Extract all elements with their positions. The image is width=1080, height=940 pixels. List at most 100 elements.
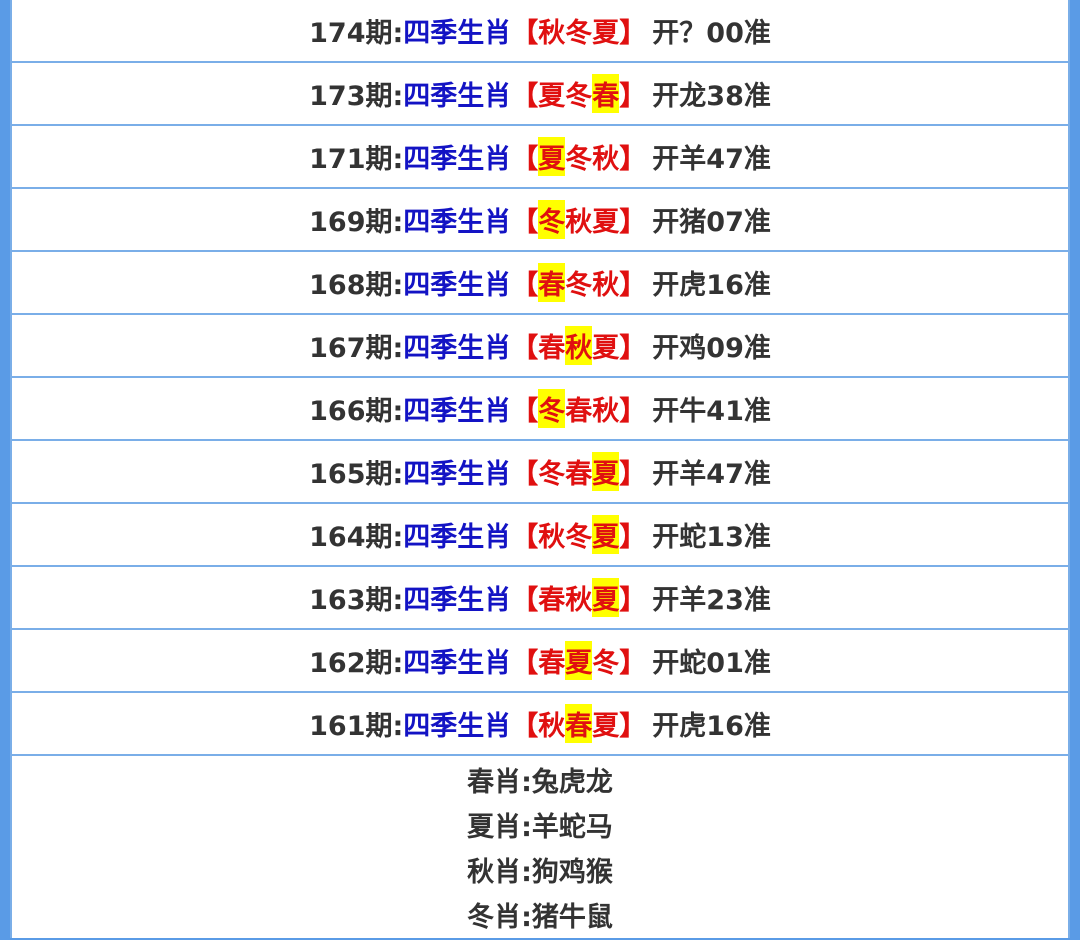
season-hit: 夏 xyxy=(538,137,566,176)
open-bracket: 【 xyxy=(511,333,539,364)
prediction-panel: 174期: 四季生肖【秋冬夏】开？00准 173期: 四季生肖【夏冬春】开龙38准 17… xyxy=(10,0,1070,938)
season-hit: 冬 xyxy=(538,200,566,239)
open-bracket: 【 xyxy=(511,81,539,112)
category-label: 四季生肖 xyxy=(403,585,512,616)
season: 夏 xyxy=(592,333,620,364)
season: 秋 xyxy=(592,270,620,301)
result-text: 开猪07准 xyxy=(652,207,771,238)
season: 冬 xyxy=(592,648,620,679)
result-text: 开羊23准 xyxy=(652,585,771,616)
close-bracket: 】 xyxy=(619,522,647,553)
period-number: 171期: xyxy=(309,144,404,175)
category-label: 四季生肖 xyxy=(403,333,512,364)
category-label: 四季生肖 xyxy=(403,396,512,427)
season: 夏 xyxy=(592,711,620,742)
table-row: 162期: 四季生肖【春夏冬】开蛇01准 xyxy=(12,630,1068,693)
season: 秋 xyxy=(538,522,566,553)
season-hit: 夏 xyxy=(592,578,620,617)
season: 春 xyxy=(565,459,593,490)
category-label: 四季生肖 xyxy=(403,207,512,238)
season-hit: 春 xyxy=(538,263,566,302)
result-text: 开蛇01准 xyxy=(652,648,771,679)
season-hit: 春 xyxy=(592,74,620,113)
period-number: 164期: xyxy=(309,522,404,553)
season: 春 xyxy=(538,648,566,679)
period-number: 166期: xyxy=(309,396,404,427)
season: 秋 xyxy=(538,18,566,49)
close-bracket: 】 xyxy=(619,396,647,427)
period-number: 168期: xyxy=(309,270,404,301)
season: 春 xyxy=(538,585,566,616)
table-row: 173期: 四季生肖【夏冬春】开龙38准 xyxy=(12,63,1068,126)
close-bracket: 】 xyxy=(619,144,647,175)
season-hit: 夏 xyxy=(592,452,620,491)
season-legend: 春肖:兔虎龙 夏肖:羊蛇马 秋肖:狗鸡猴 冬肖:猪牛鼠 xyxy=(12,756,1068,940)
result-text: 开牛41准 xyxy=(652,396,771,427)
period-number: 162期: xyxy=(309,648,404,679)
category-label: 四季生肖 xyxy=(403,711,512,742)
category-label: 四季生肖 xyxy=(403,522,512,553)
close-bracket: 】 xyxy=(619,585,647,616)
period-number: 165期: xyxy=(309,459,404,490)
category-label: 四季生肖 xyxy=(403,144,512,175)
open-bracket: 【 xyxy=(511,648,539,679)
season-hit: 夏 xyxy=(592,515,620,554)
open-bracket: 【 xyxy=(511,144,539,175)
result-text: 开虎16准 xyxy=(652,711,771,742)
legend-line: 冬肖:猪牛鼠 xyxy=(467,902,613,933)
category-label: 四季生肖 xyxy=(403,81,512,112)
period-number: 173期: xyxy=(309,81,404,112)
season: 夏 xyxy=(592,18,620,49)
table-row: 169期: 四季生肖【冬秋夏】开猪07准 xyxy=(12,189,1068,252)
season: 冬 xyxy=(565,18,593,49)
season: 夏 xyxy=(592,207,620,238)
prediction-table: 174期: 四季生肖【秋冬夏】开？00准 173期: 四季生肖【夏冬春】开龙38准 17… xyxy=(12,0,1068,756)
result-text: 开鸡09准 xyxy=(652,333,771,364)
table-row: 168期: 四季生肖【春冬秋】开虎16准 xyxy=(12,252,1068,315)
table-row: 171期: 四季生肖【夏冬秋】开羊47准 xyxy=(12,126,1068,189)
season-hit: 春 xyxy=(565,704,593,743)
season: 秋 xyxy=(565,585,593,616)
open-bracket: 【 xyxy=(511,711,539,742)
period-number: 174期: xyxy=(309,18,404,49)
table-row: 174期: 四季生肖【秋冬夏】开？00准 xyxy=(12,0,1068,63)
table-row: 161期: 四季生肖【秋春夏】开虎16准 xyxy=(12,693,1068,756)
result-text: 开羊47准 xyxy=(652,144,771,175)
close-bracket: 】 xyxy=(619,459,647,490)
period-number: 163期: xyxy=(309,585,404,616)
result-text: 开？00准 xyxy=(652,18,771,49)
season: 冬 xyxy=(565,81,593,112)
open-bracket: 【 xyxy=(511,270,539,301)
season: 秋 xyxy=(592,144,620,175)
season: 春 xyxy=(538,333,566,364)
open-bracket: 【 xyxy=(511,396,539,427)
period-number: 167期: xyxy=(309,333,404,364)
result-text: 开龙38准 xyxy=(652,81,771,112)
close-bracket: 】 xyxy=(619,711,647,742)
season: 秋 xyxy=(538,711,566,742)
season: 秋 xyxy=(565,207,593,238)
close-bracket: 】 xyxy=(619,81,647,112)
category-label: 四季生肖 xyxy=(403,648,512,679)
close-bracket: 】 xyxy=(619,207,647,238)
open-bracket: 【 xyxy=(511,459,539,490)
season: 冬 xyxy=(565,522,593,553)
category-label: 四季生肖 xyxy=(403,270,512,301)
season: 秋 xyxy=(592,396,620,427)
season-hit: 夏 xyxy=(565,641,593,680)
result-text: 开蛇13准 xyxy=(652,522,771,553)
table-row: 164期: 四季生肖【秋冬夏】开蛇13准 xyxy=(12,504,1068,567)
table-row: 163期: 四季生肖【春秋夏】开羊23准 xyxy=(12,567,1068,630)
close-bracket: 】 xyxy=(619,648,647,679)
close-bracket: 】 xyxy=(619,18,647,49)
season: 春 xyxy=(565,396,593,427)
close-bracket: 】 xyxy=(619,270,647,301)
season-hit: 秋 xyxy=(565,326,593,365)
period-number: 161期: xyxy=(309,711,404,742)
season: 夏 xyxy=(538,81,566,112)
legend-line: 春肖:兔虎龙 xyxy=(467,767,613,798)
close-bracket: 】 xyxy=(619,333,647,364)
open-bracket: 【 xyxy=(511,207,539,238)
season-hit: 冬 xyxy=(538,389,566,428)
table-row: 167期: 四季生肖【春秋夏】开鸡09准 xyxy=(12,315,1068,378)
